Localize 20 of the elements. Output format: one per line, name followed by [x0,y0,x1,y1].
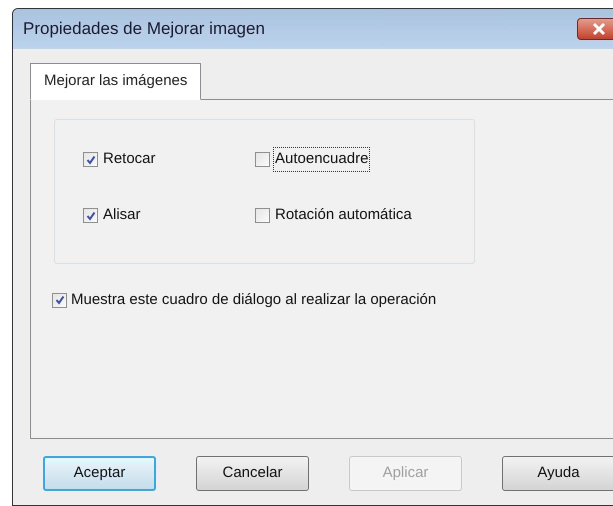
checkbox-label: Autoencuadre [274,148,370,171]
close-button[interactable] [577,18,613,40]
checkbox[interactable] [255,152,270,167]
dialog-button[interactable]: Aceptar [43,456,156,491]
close-icon [592,23,606,35]
tab[interactable]: Mejorar las imágenes [30,63,202,100]
checkmark-icon [86,154,96,164]
checkbox[interactable] [255,208,270,223]
checkbox-label: Rotación automática [274,205,413,226]
checkbox[interactable] [52,292,67,308]
dialog-button[interactable]: Ayuda [502,456,613,491]
checkmark-icon [54,295,64,306]
checkbox-label: Muestra este cuadro de diálogo al realizar la operación [71,290,436,310]
window-title: Propiedades de Mejorar imagen [23,18,265,40]
checkbox-label: Retocar [102,149,157,170]
checkmark-icon [86,210,96,220]
checkbox[interactable] [83,152,98,167]
checkbox-label: Alisar [102,205,142,226]
dialog-button[interactable]: Cancelar [196,456,309,491]
checkbox[interactable] [83,208,98,223]
